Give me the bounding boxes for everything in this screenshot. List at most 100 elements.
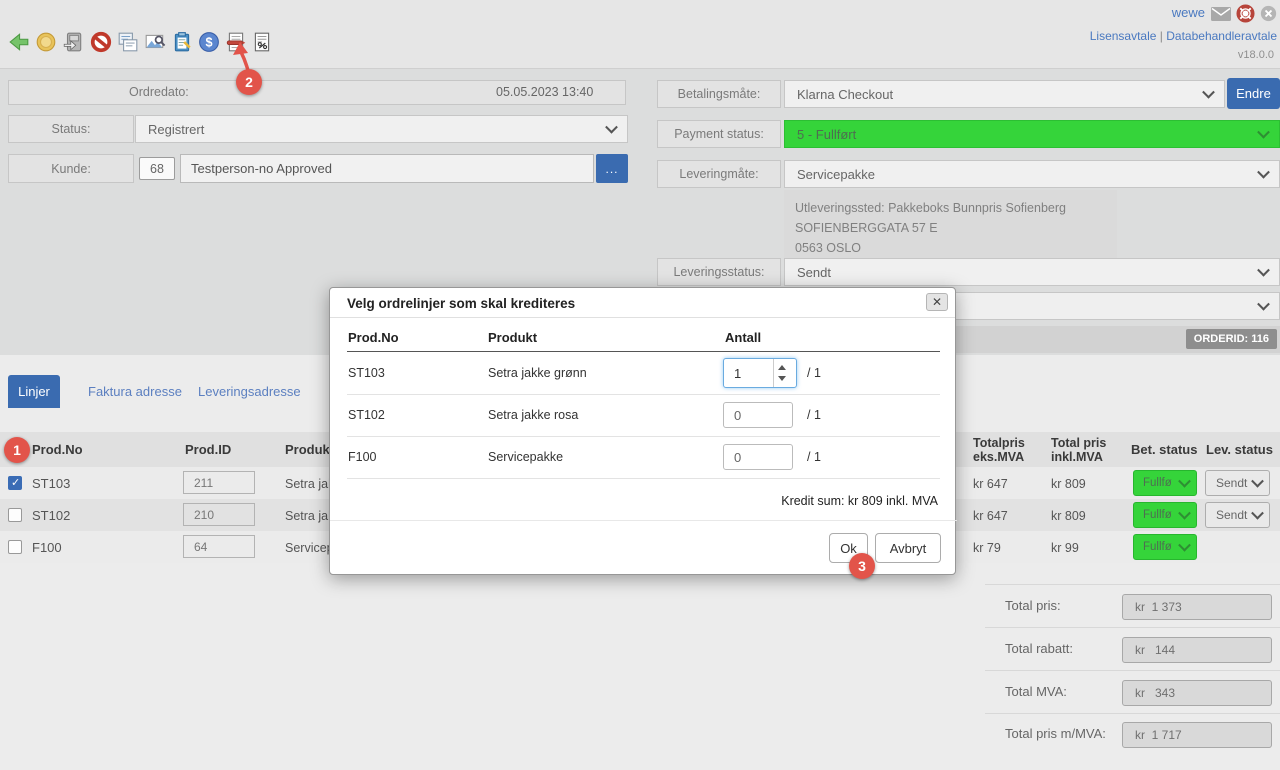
modal-prod-no: ST102	[348, 408, 385, 422]
dpa-link[interactable]: Databehandleravtale	[1166, 29, 1277, 43]
lev-status-select[interactable]: Sendt	[1205, 470, 1270, 496]
row-checkbox[interactable]	[8, 476, 22, 490]
utleveringssted-box: Utleveringssted: Pakkeboks Bunnpris Sofi…	[784, 190, 1117, 267]
svg-text:$: $	[205, 36, 212, 50]
chevron-down-icon	[1251, 475, 1264, 488]
prod-no-cell: ST103	[32, 476, 70, 491]
spin-up-icon[interactable]	[778, 365, 786, 370]
number-spinner[interactable]	[773, 359, 790, 387]
row-divider	[347, 478, 940, 479]
eks-mva-cell: kr 647	[973, 477, 1008, 491]
kunde-name-input[interactable]	[180, 154, 594, 183]
total-pris-label: Total pris:	[1005, 598, 1061, 613]
total-mva-label: Total MVA:	[1005, 684, 1067, 699]
modal-produkt: Setra jakke rosa	[488, 408, 578, 422]
image-tools-icon[interactable]	[144, 31, 166, 53]
kredit-sum-label: Kredit sum: kr 809 inkl. MVA	[781, 494, 938, 508]
modal-col-produkt: Produkt	[488, 330, 537, 345]
status-value: Registrert	[148, 122, 204, 137]
divider	[985, 627, 1280, 628]
modal-title: Velg ordrelinjer som skal krediteres	[347, 296, 575, 311]
notes-icon[interactable]	[171, 31, 193, 53]
chevron-down-icon	[1257, 298, 1270, 311]
inkl-mva-cell: kr 809	[1051, 477, 1086, 491]
ordredato-value: 05.05.2023 13:40	[496, 85, 593, 99]
prod-no-cell: ST102	[32, 508, 70, 523]
mail-icon[interactable]	[1211, 7, 1231, 24]
col-prod-no: Prod.No	[32, 442, 83, 457]
bet-status-select[interactable]: Fullfø	[1133, 502, 1197, 528]
avbryt-button[interactable]: Avbryt	[875, 533, 941, 563]
license-link[interactable]: Lisensavtale	[1090, 29, 1157, 43]
bet-status-select[interactable]: Fullfø	[1133, 470, 1197, 496]
tab-linjer[interactable]: Linjer	[8, 375, 60, 408]
utleveringssted-line2: SOFIENBERGGATA 57 E	[795, 218, 1106, 238]
leveringmate-value: Servicepakke	[797, 167, 875, 182]
betalingsmate-label: Betalingsmåte:	[657, 80, 781, 108]
legal-links: Lisensavtale | Databehandleravtale	[1090, 29, 1277, 43]
total-pris-value: kr 1 373	[1122, 594, 1272, 620]
payment-status-select[interactable]: 5 - Fullført	[784, 120, 1280, 148]
col-lev-status: Lev. status	[1206, 442, 1273, 457]
row-divider	[347, 436, 940, 437]
modal-produkt: Servicepakke	[488, 450, 563, 464]
row-checkbox[interactable]	[8, 508, 22, 522]
lev-status-select[interactable]: Sendt	[1205, 502, 1270, 528]
leveringmate-label: Leveringmåte:	[657, 160, 781, 188]
bet-status-select[interactable]: Fullfø	[1133, 534, 1197, 560]
chevron-down-icon	[1178, 475, 1191, 488]
qty-max: / 1	[807, 450, 821, 464]
payment-status-label: Payment status:	[657, 120, 781, 148]
leveringsstatus-select[interactable]: Sendt	[784, 258, 1280, 286]
username-link[interactable]: wewe	[1172, 5, 1205, 20]
qty-input[interactable]	[723, 444, 793, 470]
prod-id-input[interactable]	[183, 503, 255, 526]
col-totalpris-inkl: Total prisinkl.MVA	[1051, 436, 1106, 464]
payment-icon[interactable]: $	[198, 31, 220, 53]
close-icon[interactable]: ✕	[926, 293, 948, 311]
version-label: v18.0.0	[1238, 49, 1274, 61]
modal-col-antall: Antall	[725, 330, 761, 345]
kunde-id-field[interactable]: 68	[139, 157, 175, 180]
print-icon[interactable]	[117, 31, 139, 53]
cancel-icon[interactable]	[90, 31, 112, 53]
modal-prod-no: ST103	[348, 366, 385, 380]
kunde-label: Kunde:	[8, 154, 134, 183]
link-separator: |	[1156, 29, 1166, 43]
prod-id-input[interactable]	[183, 535, 255, 558]
eks-mva-cell: kr 647	[973, 509, 1008, 523]
inkl-mva-cell: kr 99	[1051, 541, 1079, 555]
modal-produkt: Setra jakke grønn	[488, 366, 587, 380]
save-icon[interactable]	[62, 31, 84, 53]
tab-faktura-adresse[interactable]: Faktura adresse	[88, 384, 182, 399]
betalingsmate-select[interactable]: Klarna Checkout	[784, 80, 1225, 108]
back-icon[interactable]	[8, 31, 30, 53]
row-checkbox[interactable]	[8, 540, 22, 554]
credit-lines-modal: Velg ordrelinjer som skal krediteres ✕ P…	[329, 287, 956, 575]
divider	[985, 670, 1280, 671]
coin-icon[interactable]	[35, 31, 57, 53]
close-session-icon[interactable]	[1260, 5, 1277, 25]
tab-leveringsadresse[interactable]: Leveringsadresse	[198, 384, 301, 399]
orderid-badge: ORDERID: 116	[1186, 329, 1277, 349]
footer-divider	[330, 520, 957, 521]
qty-input[interactable]	[723, 402, 793, 428]
chevron-down-icon	[1257, 166, 1270, 179]
status-label: Status:	[8, 115, 134, 143]
total-pris-mmva-label: Total pris m/MVA:	[1005, 726, 1106, 741]
support-lifebuoy-icon[interactable]	[1236, 4, 1255, 26]
total-pris-mmva-value: kr 1 717	[1122, 722, 1272, 748]
leveringmate-select[interactable]: Servicepakke	[784, 160, 1280, 188]
modal-col-prod-no: Prod.No	[348, 330, 399, 345]
payment-status-value: 5 - Fullført	[797, 127, 856, 142]
eks-mva-cell: kr 79	[973, 541, 1001, 555]
spin-down-icon[interactable]	[778, 376, 786, 381]
qty-max: / 1	[807, 366, 821, 380]
prod-id-input[interactable]	[183, 471, 255, 494]
chevron-down-icon	[1202, 86, 1215, 99]
col-produkt: Produkt	[285, 442, 334, 457]
kunde-browse-button[interactable]: ...	[596, 154, 628, 183]
endre-button[interactable]: Endre	[1227, 78, 1280, 109]
status-select[interactable]: Registrert	[135, 115, 628, 143]
betalingsmate-value: Klarna Checkout	[797, 87, 893, 102]
